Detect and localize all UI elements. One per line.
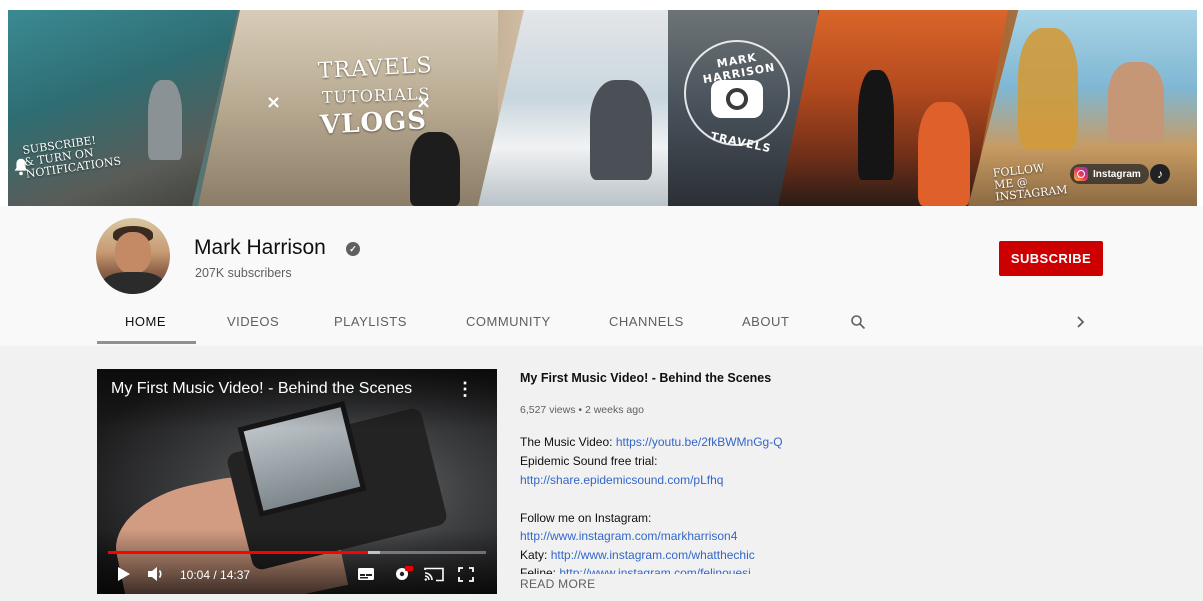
tab-videos[interactable]: VIDEOS [227,314,279,329]
volume-icon[interactable] [147,566,165,582]
play-icon[interactable] [117,566,131,582]
banner-separator: × [416,92,432,113]
description-line: The Music Video: https://youtu.be/2fkBWM… [520,435,783,449]
progress-played [108,551,368,554]
channel-name: Mark Harrison [194,236,326,259]
player-title[interactable]: My First Music Video! - Behind the Scene… [111,380,412,398]
tab-playlists[interactable]: PLAYLISTS [334,314,407,329]
read-more-link[interactable]: READ MORE [520,577,595,591]
description-text: Feline: [520,566,560,574]
search-icon[interactable] [850,314,866,330]
banner-person [1108,62,1164,142]
description-line: http://www.instagram.com/markharrison4 [520,529,737,543]
featured-video-player[interactable] [97,369,497,594]
active-tab-indicator [97,341,196,344]
banner-tagline-tutorials: TUTORIALS [321,84,431,107]
cast-icon[interactable] [424,567,444,582]
more-options-icon[interactable]: ⋮ [456,380,474,400]
description-link[interactable]: http://www.instagram.com/markharrison4 [520,529,737,543]
tiktok-icon[interactable]: ♪ [1150,164,1170,184]
instagram-icon [1074,167,1088,181]
subscribe-button[interactable]: SUBSCRIBE [999,241,1103,276]
description-link[interactable]: https://youtu.be/2fkBWMnGg-Q [616,435,783,449]
progress-bar[interactable] [108,551,486,554]
description-line: http://share.epidemicsound.com/pLfhq [520,473,723,487]
tab-channels[interactable]: CHANNELS [609,314,684,329]
channel-tabs: HOME VIDEOS PLAYLISTS COMMUNITY CHANNELS… [0,304,1203,344]
subscriber-count: 207K subscribers [195,266,292,280]
description-text: Epidemic Sound free trial: [520,454,658,468]
camera-icon [711,80,763,118]
tab-about[interactable]: ABOUT [742,314,789,329]
description-link[interactable]: http://share.epidemicsound.com/pLfhq [520,473,723,487]
description-line: Follow me on Instagram: [520,511,651,525]
banner-tagline-vlogs: VLOGS [319,105,428,141]
banner-person [590,80,652,180]
description-line: Katy: http://www.instagram.com/whatthech… [520,548,755,562]
time-display: 10:04 / 14:37 [180,568,251,582]
settings-icon[interactable] [393,565,413,583]
description-link[interactable]: http://www.instagram.com/felinouesi [559,566,750,574]
instagram-link[interactable]: Instagram [1070,164,1149,184]
fullscreen-icon[interactable] [458,567,474,582]
description-text: Katy: [520,548,551,562]
description-text: Follow me on Instagram: [520,511,652,525]
verified-icon: ✓ [346,242,360,256]
banner-person [410,132,460,206]
description-line: Feline: http://www.instagram.com/felinou… [520,566,751,574]
description-line: Epidemic Sound free trial: [520,454,657,468]
subtitles-icon[interactable] [357,567,375,581]
video-title[interactable]: My First Music Video! - Behind the Scene… [520,371,771,385]
description-text: The Music Video: [520,435,616,449]
chevron-right-icon[interactable] [1072,314,1088,330]
description-link[interactable]: http://www.instagram.com/whatthechic [551,548,755,562]
banner-follow-text: FOLLOW ME @ INSTAGRAM [992,161,1069,204]
video-meta: 6,527 views • 2 weeks ago [520,404,644,416]
tab-home[interactable]: HOME [125,314,166,329]
avatar[interactable] [96,218,170,294]
banner-separator: × [266,92,282,113]
banner-person [858,70,894,180]
hot-air-balloon [1018,28,1078,150]
banner-person [918,102,970,206]
tab-community[interactable]: COMMUNITY [466,314,551,329]
instagram-label: Instagram [1093,168,1141,180]
banner-person [148,80,182,160]
channel-page: TRAVELS TUTORIALS VLOGS × × MARK HARRISO… [0,0,1203,601]
